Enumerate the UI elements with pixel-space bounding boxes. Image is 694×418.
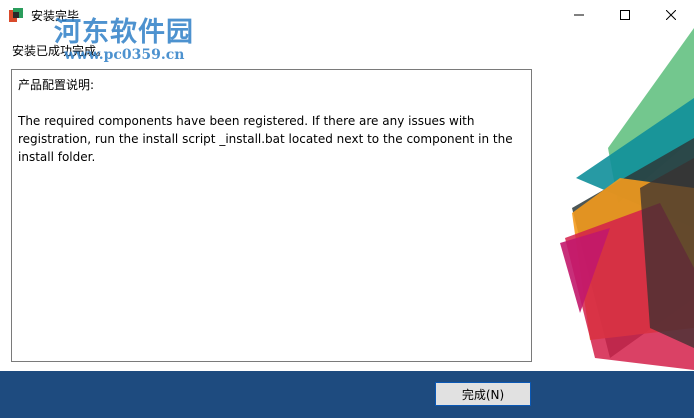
description-body: The required components have been regist… [18,114,513,164]
description-heading: 产品配置说明: [18,78,95,92]
finish-button[interactable]: 完成(N) [435,382,531,406]
installer-icon [9,8,23,22]
maximize-button[interactable] [602,0,648,30]
minimize-button[interactable] [556,0,602,30]
description-textbox[interactable]: 产品配置说明: The required components have bee… [11,69,532,362]
minimize-icon [574,14,584,16]
decorative-graphic [560,28,694,370]
close-button[interactable] [648,0,694,30]
close-icon [666,10,676,20]
footer-bar: 完成(N) [0,371,694,418]
watermark-url: www.pc0359.cn [64,47,185,63]
watermark-text: 河东软件园 [54,17,194,48]
maximize-icon [620,10,630,20]
